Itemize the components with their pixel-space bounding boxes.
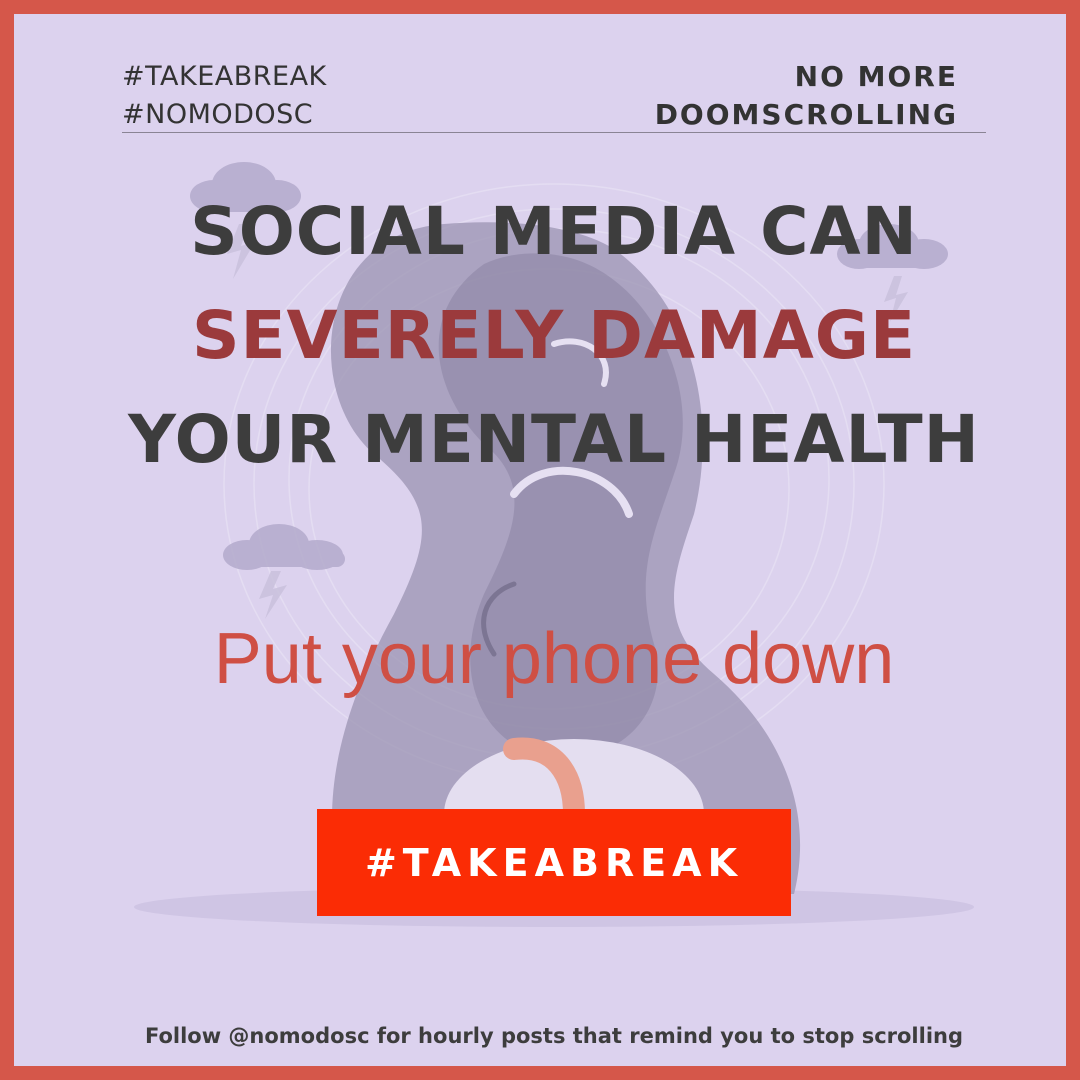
tagline-line-2: DOOMSCROLLING bbox=[654, 98, 958, 131]
headline-line-2: SEVERELY DAMAGE bbox=[191, 297, 917, 374]
takeabreak-button[interactable]: #TAKEABREAK bbox=[317, 809, 791, 916]
headline: SOCIAL MEDIA CAN SEVERELY DAMAGE YOUR ME… bbox=[54, 180, 1054, 492]
tagline: NO MORE DOOMSCROLLING bbox=[655, 58, 958, 134]
footer-text: Follow @nomodosc for hourly posts that r… bbox=[144, 1024, 964, 1048]
headline-line-1: SOCIAL MEDIA CAN bbox=[190, 193, 918, 270]
hashtag-nomodosc: #NOMODOSC bbox=[122, 99, 314, 130]
poster-frame: #TAKEABREAK #NOMODOSC NO MORE DOOMSCROLL… bbox=[0, 0, 1080, 1080]
tagline-line-1: NO MORE bbox=[794, 60, 958, 93]
hashtag-takeabreak: #TAKEABREAK bbox=[122, 61, 327, 92]
header-divider bbox=[122, 132, 986, 133]
cta-text: Put your phone down bbox=[213, 619, 895, 699]
stressed-person-illustration bbox=[134, 162, 974, 927]
headline-line-3: YOUR MENTAL HEALTH bbox=[128, 401, 980, 478]
hashtag-group: #TAKEABREAK #NOMODOSC bbox=[122, 58, 327, 134]
